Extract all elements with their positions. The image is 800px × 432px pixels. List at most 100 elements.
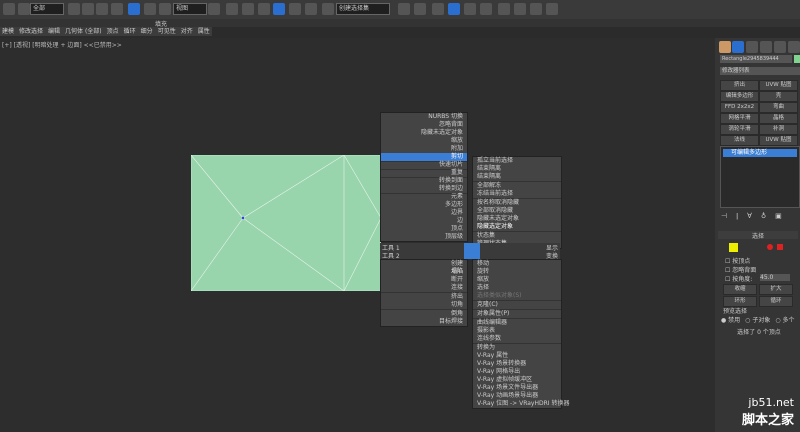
menu-item[interactable]: 状态集 <box>473 231 561 240</box>
ribbon-item[interactable]: 修改选择 <box>19 27 43 36</box>
menu-item[interactable]: 选择类似对象(S) <box>473 292 561 300</box>
render-icon[interactable] <box>546 3 558 15</box>
manipulate-icon[interactable] <box>226 3 238 15</box>
menu-item[interactable]: V-Ray 位图 -> VRayHDRI 转换器 <box>473 400 569 408</box>
ribbon-item[interactable]: 对齐 <box>181 27 193 36</box>
scale-icon[interactable] <box>159 3 171 15</box>
menu-item[interactable]: 全部解冻 <box>473 181 561 190</box>
menu-item[interactable]: 快速切片 <box>381 161 467 169</box>
menu-item[interactable]: 对象属性(P) <box>473 309 561 318</box>
menu-item[interactable]: 连接 <box>381 284 467 292</box>
menu-item[interactable]: 忽略背面 <box>381 121 467 129</box>
object-color-swatch[interactable] <box>794 55 800 63</box>
menu-item[interactable]: 按名称取消隐藏 <box>473 198 561 207</box>
modifier-button[interactable]: 晶格 <box>759 113 798 124</box>
preview-radio-multi[interactable]: ○ 多个 <box>775 315 794 324</box>
hierarchy-tab-icon[interactable] <box>746 41 758 53</box>
ribbon-item[interactable]: 编辑 <box>48 27 60 36</box>
menu-item[interactable]: 转换到边 <box>381 185 467 193</box>
menu-item[interactable]: 元素 <box>381 193 467 201</box>
utilities-tab-icon[interactable] <box>788 41 800 53</box>
ignore-backfacing-checkbox[interactable]: ☐ 忽略背面 <box>725 265 756 274</box>
modifier-button[interactable]: 法线 <box>720 135 759 146</box>
modify-tab-icon[interactable] <box>732 41 744 53</box>
menu-item[interactable]: 缩放 <box>381 137 467 145</box>
rect-region-icon[interactable] <box>96 3 108 15</box>
window-crossing-icon[interactable] <box>111 3 123 15</box>
menu-item[interactable]: V-Ray 虚拟帧缓冲区 <box>473 376 561 384</box>
menu-item[interactable]: 转换为 <box>473 343 561 352</box>
menu-item[interactable]: 多边形 <box>381 201 467 209</box>
edit-named-selection-icon[interactable] <box>322 3 334 15</box>
menu-item[interactable]: 隐藏未选定对象 <box>381 129 467 137</box>
menu-item[interactable]: 全部取消隐藏 <box>473 207 561 215</box>
menu-item[interactable]: 摄影表 <box>473 327 561 335</box>
modifier-button[interactable]: 壳 <box>759 91 798 102</box>
ribbon-item[interactable]: 循环 <box>124 27 136 36</box>
layer-icon[interactable] <box>432 3 444 15</box>
modifier-button[interactable]: FFD 2x2x2 <box>720 102 759 113</box>
menu-item[interactable]: 缩放 <box>473 276 561 284</box>
selection-filter-dropdown[interactable]: 全部 <box>30 3 64 15</box>
menu-item[interactable]: 旋转 <box>473 268 561 276</box>
curve-editor-icon[interactable] <box>464 3 476 15</box>
menu-item[interactable]: 塌陷 <box>381 268 467 276</box>
ribbon-item[interactable]: 建模 <box>2 27 14 36</box>
render-frame-icon[interactable] <box>530 3 542 15</box>
preview-radio-subobject[interactable]: ○ 子对象 <box>745 315 770 324</box>
modifier-button[interactable]: UVW 贴图 <box>759 80 798 91</box>
menu-item[interactable]: 曲线编辑器 <box>473 318 561 327</box>
create-tab-icon[interactable] <box>719 41 731 53</box>
menu-item[interactable]: V-Ray 场景文件导出器 <box>473 384 561 392</box>
modifier-list-dropdown[interactable]: 修改器列表 <box>720 67 800 75</box>
menu-item[interactable]: V-Ray 动画场景导出器 <box>473 392 561 400</box>
menu-item[interactable]: 顶点 <box>381 225 467 233</box>
mirror-icon[interactable] <box>398 3 410 15</box>
spinner-snap-icon[interactable] <box>305 3 317 15</box>
snap-icon[interactable] <box>258 3 270 15</box>
grow-button[interactable]: 扩大 <box>759 284 793 295</box>
ribbon-item[interactable]: 顶点 <box>107 27 119 36</box>
menu-item[interactable]: 创建 <box>381 260 467 268</box>
material-editor-icon[interactable] <box>498 3 510 15</box>
menu-item[interactable]: 结束隔离 <box>473 165 561 173</box>
menu-item[interactable]: 冻结当前选择 <box>473 190 561 198</box>
rotate-icon[interactable] <box>144 3 156 15</box>
menu-item[interactable]: 隐藏选定对象 <box>473 223 561 231</box>
select-object-icon[interactable] <box>68 3 80 15</box>
menu-item[interactable]: 重复 <box>381 169 467 177</box>
menu-item[interactable]: 克隆(C) <box>473 300 561 309</box>
menu-item[interactable]: 孤立当前选择 <box>473 157 561 165</box>
menu-item[interactable]: V-Ray 属性 <box>473 352 561 360</box>
move-icon[interactable] <box>128 3 140 15</box>
object-name-field[interactable]: Rectangle2945839444 <box>720 55 792 63</box>
keyboard-shortcut-icon[interactable] <box>242 3 254 15</box>
pivot-icon[interactable] <box>208 3 220 15</box>
by-vertex-checkbox[interactable]: ☐ 按顶点 <box>725 256 750 265</box>
stack-tools[interactable]: ⊣ǀ∀♁▣ <box>721 212 791 220</box>
modifier-button[interactable]: 编辑多边形 <box>720 91 759 102</box>
ribbon-item[interactable]: 属性 <box>198 27 210 36</box>
menu-item[interactable]: 断开 <box>381 276 467 284</box>
ribbon-item[interactable]: 可见性 <box>158 27 176 36</box>
menu-item[interactable]: 结束隔离 <box>473 173 561 181</box>
menu-item[interactable]: 移动 <box>473 260 561 268</box>
select-by-name-icon[interactable] <box>82 3 94 15</box>
ref-coord-dropdown[interactable]: 视图 <box>173 3 207 15</box>
link-icon[interactable] <box>3 3 15 15</box>
modifier-button[interactable]: 网格平滑 <box>720 113 759 124</box>
modifier-button[interactable]: 补洞 <box>759 124 798 135</box>
rectangle-mesh[interactable] <box>191 155 381 291</box>
modifier-button[interactable]: 挤出 <box>720 80 759 91</box>
modifier-button[interactable]: 涡轮平滑 <box>720 124 759 135</box>
render-setup-icon[interactable] <box>514 3 526 15</box>
display-tab-icon[interactable] <box>774 41 786 53</box>
shrink-button[interactable]: 收缩 <box>723 284 757 295</box>
by-angle-checkbox[interactable]: ☐ 按角度: <box>725 274 752 283</box>
polygon-mode-icon[interactable] <box>767 244 773 250</box>
loop-button[interactable]: 循环 <box>759 296 793 307</box>
menu-item[interactable]: 目标焊接 <box>381 318 467 326</box>
menu-item[interactable]: V-Ray 网格导出 <box>473 368 561 376</box>
element-mode-icon[interactable] <box>777 244 783 250</box>
modifier-button[interactable]: 弯曲 <box>759 102 798 113</box>
